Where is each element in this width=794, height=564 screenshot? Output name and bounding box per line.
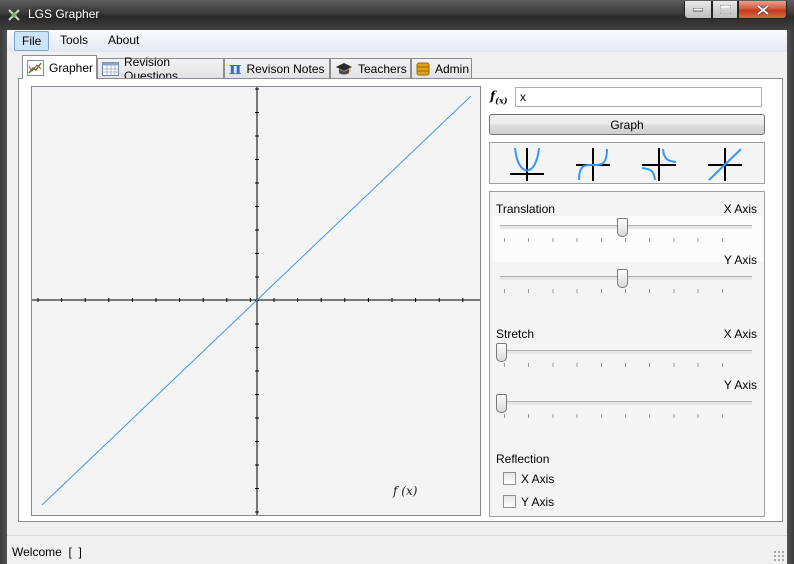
table-icon [102, 62, 119, 76]
menu-about[interactable]: About [101, 31, 146, 51]
pi-icon: π [229, 59, 242, 79]
parabola-icon [510, 147, 544, 181]
close-button[interactable] [738, 1, 787, 19]
title-bar: LGS Grapher [0, 0, 794, 30]
maximize-button[interactable] [712, 1, 738, 19]
graduation-cap-icon [336, 63, 352, 75]
tab-grapher[interactable]: Grapher [22, 55, 97, 79]
close-icon [756, 4, 769, 15]
reflect-y-checkbox[interactable] [503, 495, 516, 508]
window-frame-right [787, 30, 794, 564]
graph-canvas[interactable]: f (x) [31, 86, 487, 516]
stretch-x-slider[interactable] [496, 343, 507, 362]
graph-function-label: f (x) [392, 484, 418, 498]
reciprocal-icon [641, 148, 677, 181]
preset-reciprocal-button[interactable] [639, 145, 679, 183]
preset-linear-button[interactable] [705, 145, 745, 183]
transformations-panel: Translation X Axis Y Axis Stretch X Axis… [489, 191, 765, 517]
translation-y-ticks [504, 289, 746, 293]
client-area: File Tools About Grapher Revision Questi… [7, 30, 787, 564]
fx-subscript: (x) [495, 95, 508, 106]
cubic-icon [576, 148, 610, 181]
minimize-icon [693, 7, 703, 11]
stretch-x-label: X Axis [723, 327, 757, 341]
graph-plot: f (x) [32, 87, 487, 515]
tab-label-grapher: Grapher [49, 60, 94, 75]
function-input[interactable] [515, 87, 762, 107]
stretch-y-track[interactable] [500, 401, 752, 405]
reflect-y-label[interactable]: Y Axis [521, 495, 554, 509]
status-bar: Welcome [ ] [7, 535, 787, 564]
tab-label-teachers: Teachers [358, 62, 407, 76]
status-text: Welcome [ ] [12, 545, 82, 559]
linear-icon [708, 148, 742, 181]
translation-x-slider[interactable] [617, 218, 628, 237]
stretch-x-track[interactable] [500, 350, 752, 354]
menu-tools[interactable]: Tools [53, 31, 95, 51]
menu-file[interactable]: File [14, 31, 50, 51]
graph-button[interactable]: Graph [489, 114, 765, 135]
window-frame-left [0, 30, 7, 564]
preset-cubic-button[interactable] [573, 145, 613, 183]
translation-title: Translation [496, 202, 555, 216]
translation-x-label: X Axis [723, 202, 757, 216]
maximize-icon [719, 5, 731, 14]
chart-icon [27, 59, 44, 76]
tab-admin[interactable]: Admin [411, 58, 472, 79]
stretch-y-slider[interactable] [496, 394, 507, 413]
tab-teachers[interactable]: Teachers [330, 58, 411, 79]
app-icon [8, 9, 20, 21]
function-presets [489, 142, 765, 184]
stretch-y-ticks [504, 414, 746, 418]
reflection-title: Reflection [496, 452, 550, 466]
translation-y-label: Y Axis [723, 253, 757, 267]
tab-label-revision-notes: Revison Notes [246, 62, 325, 76]
stretch-y-label: Y Axis [723, 378, 757, 392]
menu-bar: File Tools About [7, 30, 787, 52]
minimize-button[interactable] [684, 1, 712, 19]
tab-revision-notes[interactable]: π Revison Notes [224, 58, 330, 79]
translation-x-ticks [504, 238, 746, 242]
reflect-x-label[interactable]: X Axis [521, 472, 554, 486]
tab-revision-questions[interactable]: Revision Questions [97, 55, 224, 83]
grapher-tab-page: f (x) f(x) Graph [18, 78, 783, 522]
stretch-title: Stretch [496, 327, 535, 341]
preset-parabola-button[interactable] [507, 145, 547, 183]
tab-label-admin: Admin [435, 62, 470, 76]
resize-grip[interactable] [773, 550, 785, 562]
reflect-x-checkbox[interactable] [503, 472, 516, 485]
fx-label: f(x) [490, 89, 508, 105]
stretch-x-ticks [504, 363, 746, 367]
window-title: LGS Grapher [28, 7, 100, 21]
translation-y-slider[interactable] [617, 269, 628, 288]
database-icon [416, 62, 430, 76]
